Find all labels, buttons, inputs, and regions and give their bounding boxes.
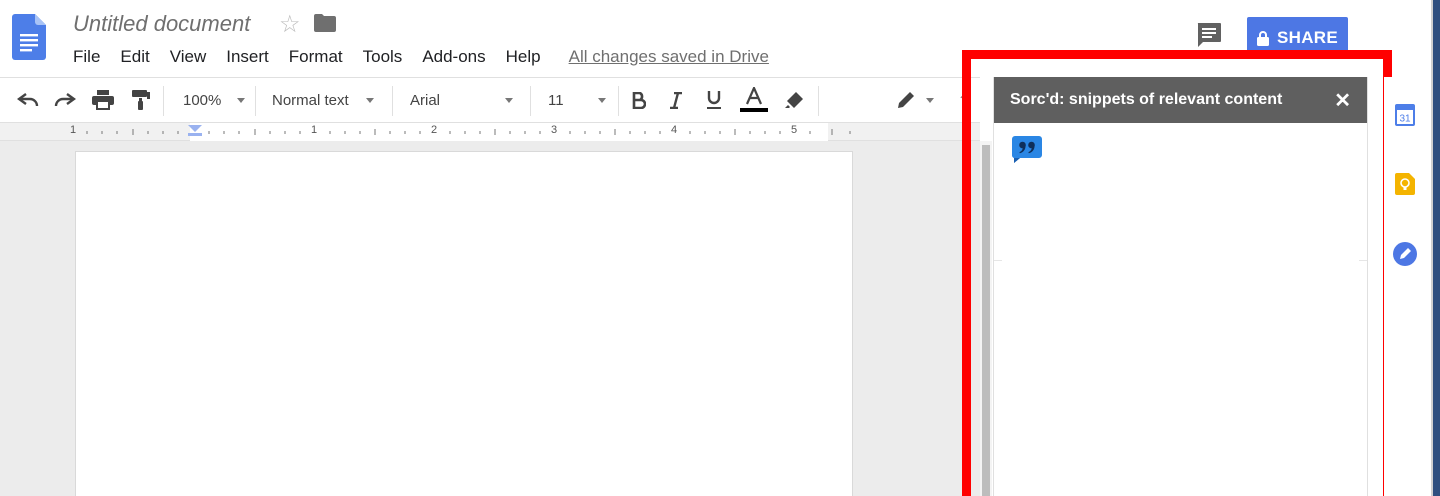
paragraph-style-select[interactable]: Normal text (272, 78, 374, 122)
menu-view[interactable]: View (170, 47, 207, 67)
lock-icon (1256, 30, 1269, 46)
collapse-toolbar-icon[interactable]: ⌃ (958, 93, 968, 107)
font-size-select[interactable]: 11 (548, 78, 606, 122)
keep-icon[interactable] (1395, 173, 1415, 195)
menu-addons[interactable]: Add-ons (422, 47, 485, 67)
share-button[interactable]: SHARE (1247, 17, 1348, 59)
chevron-down-icon (598, 97, 606, 103)
comments-icon[interactable] (1196, 22, 1222, 48)
highlight-icon[interactable] (784, 78, 804, 122)
toolbar-separator (163, 86, 164, 116)
menu-tools[interactable]: Tools (363, 47, 403, 67)
tasks-icon[interactable] (1393, 242, 1417, 266)
editing-mode-icon[interactable] (896, 78, 916, 122)
bold-icon[interactable] (632, 78, 646, 122)
ruler-label: 1 (311, 124, 318, 136)
vertical-scrollbar[interactable] (980, 141, 992, 496)
chevron-down-icon (237, 97, 245, 103)
calendar-icon[interactable]: 31 (1395, 104, 1415, 126)
side-rail (1384, 77, 1427, 496)
paint-format-icon[interactable] (132, 78, 150, 122)
font-select[interactable]: Arial (410, 78, 513, 122)
zoom-select[interactable]: 100% (183, 78, 245, 122)
redo-icon[interactable] (54, 78, 76, 122)
document-canvas (0, 141, 980, 496)
toolbar-separator (530, 86, 531, 116)
ruler: 1 1 2 3 4 5 (0, 123, 980, 141)
window-edge (1433, 0, 1440, 496)
toolbar-separator (818, 86, 819, 116)
ruler-label: 3 (551, 124, 558, 136)
italic-icon[interactable] (669, 78, 683, 122)
share-button-label: SHARE (1276, 28, 1338, 47)
toolbar-separator (255, 86, 256, 116)
menu-format[interactable]: Format (289, 47, 343, 67)
addon-sidebar: Sorc'd: snippets of relevant content ✕ (993, 77, 1368, 496)
docs-logo-icon[interactable] (12, 14, 46, 60)
font-size-value: 11 (548, 91, 564, 109)
menu-insert[interactable]: Insert (226, 47, 269, 67)
ruler-label: 1 (70, 124, 77, 136)
text-color-icon[interactable] (740, 78, 768, 122)
ruler-label: 4 (671, 124, 678, 136)
menu-edit[interactable]: Edit (120, 47, 149, 67)
close-icon[interactable]: ✕ (1334, 88, 1351, 113)
menu-bar: File Edit View Insert Format Tools Add-o… (73, 46, 769, 68)
sidebar-title: Sorc'd: snippets of relevant content (1010, 91, 1283, 108)
ruler-label: 2 (431, 124, 438, 136)
star-icon[interactable]: ☆ (279, 10, 301, 39)
scrollbar-thumb[interactable] (982, 145, 990, 496)
toolbar-separator (392, 86, 393, 116)
toolbar: 100% Normal text Arial 11 (0, 77, 980, 123)
undo-icon[interactable] (17, 78, 39, 122)
print-icon[interactable] (92, 78, 114, 122)
menu-file[interactable]: File (73, 47, 100, 67)
chevron-down-icon (366, 97, 374, 103)
menu-help[interactable]: Help (506, 47, 541, 67)
paragraph-style-value: Normal text (272, 91, 349, 109)
document-title[interactable]: Untitled document (73, 11, 250, 37)
quote-icon[interactable] (1012, 136, 1042, 163)
zoom-value: 100% (183, 91, 222, 109)
save-status-link[interactable]: All changes saved in Drive (569, 47, 769, 67)
sidebar-header: Sorc'd: snippets of relevant content ✕ (994, 77, 1367, 123)
toolbar-separator (618, 86, 619, 116)
folder-icon[interactable] (314, 14, 336, 32)
chevron-down-icon (505, 97, 513, 103)
document-page[interactable] (75, 151, 853, 496)
calendar-date: 31 (1399, 114, 1411, 125)
underline-icon[interactable] (706, 78, 722, 122)
chevron-down-icon[interactable] (926, 78, 934, 122)
font-value: Arial (410, 91, 441, 109)
ruler-label: 5 (791, 124, 798, 136)
ruler-ticks (86, 125, 851, 136)
